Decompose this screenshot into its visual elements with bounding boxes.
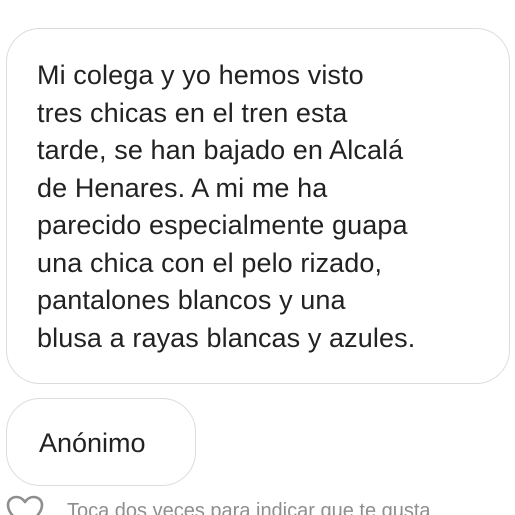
message-line: de Henares. A mi me ha	[37, 172, 328, 203]
sender-name: Anónimo	[39, 428, 146, 458]
story-reply-screen: Mi colega y yo hemos visto tres chicas e…	[0, 0, 515, 515]
heart-outline-icon[interactable]	[5, 494, 45, 515]
message-line: tres chicas en el tren esta	[37, 97, 348, 128]
message-line: pantalones blancos y una	[37, 285, 346, 315]
like-hint: Toca dos veces para indicar que te gusta	[67, 500, 431, 515]
message-text: Mi colega y yo hemos visto tres chicas e…	[37, 57, 507, 357]
message-line: blusa a rayas blancas y azules.	[37, 322, 416, 353]
like-row[interactable]: Toca dos veces para indicar que te gusta	[0, 494, 515, 515]
message-line: parecido especialmente guapa	[37, 210, 408, 240]
message-line: tarde, se han bajado en Alcalá	[37, 135, 404, 165]
message-line: Mi colega y yo hemos visto	[37, 60, 364, 90]
message-line: una chica con el pelo rizado,	[37, 247, 383, 278]
